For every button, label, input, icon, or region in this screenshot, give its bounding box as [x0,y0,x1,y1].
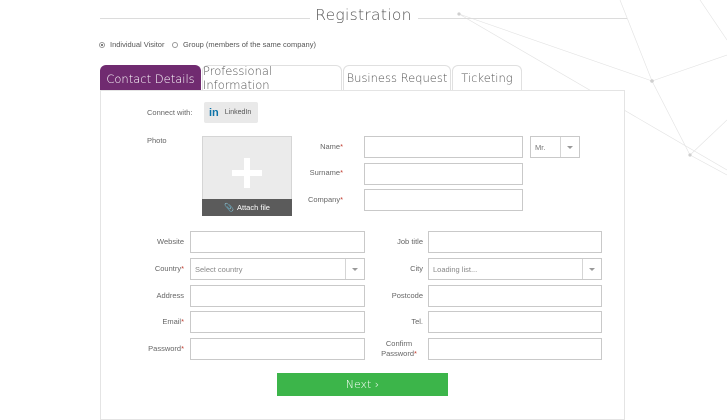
radio-group-visitor[interactable]: Group (members of the same company) [172,40,316,49]
linkedin-connect-button[interactable]: in LinkedIn [204,102,258,123]
website-label: Website [157,237,184,246]
tel-label: Tel. [411,317,423,326]
city-select[interactable]: Loading list... [428,258,602,280]
website-field[interactable] [190,231,365,253]
attach-file-label: Attach file [237,203,270,212]
photo-label: Photo [147,136,167,145]
salutation-select[interactable]: Mr. [530,136,580,158]
attach-file-button[interactable]: 📎 Attach file [202,199,292,216]
radio-label: Group (members of the same company) [183,40,316,49]
surname-label: Surname* [309,168,343,177]
name-field[interactable] [364,136,523,158]
address-label: Address [156,291,184,300]
address-field[interactable] [190,285,365,307]
postcode-label: Postcode [391,291,423,300]
company-label: Company* [307,195,343,204]
page-title: Registration [315,6,412,24]
tel-field[interactable] [428,311,602,333]
job-title-field[interactable] [428,231,602,253]
linkedin-label: LinkedIn [224,109,252,116]
country-label: Country* [154,264,184,273]
name-label: Name* [320,142,343,151]
linkedin-icon: in [209,106,219,119]
tab-professional-information[interactable]: Professional Information [202,64,342,92]
password-label: Password* [148,344,184,353]
job-title-label: Job title [397,237,423,246]
chevron-down-icon [582,259,601,279]
paperclip-icon: 📎 [224,203,235,212]
country-select[interactable]: Select country [190,258,365,280]
header-divider-right [418,18,627,19]
surname-field[interactable] [364,163,523,185]
plus-icon [232,158,262,188]
password-field[interactable] [190,338,365,360]
radio-individual-visitor[interactable]: Individual Visitor [99,40,164,49]
chevron-down-icon [345,259,364,279]
registration-header: Registration [100,6,627,30]
tab-ticketing[interactable]: Ticketing [452,65,522,90]
city-label: City [410,264,423,273]
city-placeholder: Loading list... [433,264,478,274]
email-field[interactable] [190,311,365,333]
confirm-password-label: Confirm Password* [381,339,417,358]
company-field[interactable] [364,189,523,211]
confirm-password-field[interactable] [428,338,602,360]
tab-contact-details[interactable]: Contact Details [100,65,201,91]
salutation-value: Mr. [535,142,546,152]
chevron-down-icon [560,137,579,157]
tab-business-request[interactable]: Business Request [343,65,451,90]
radio-selected-icon [99,41,105,48]
postcode-field[interactable] [428,285,602,307]
radio-label: Individual Visitor [110,40,165,49]
email-label: Email* [162,317,184,326]
radio-unselected-icon [172,41,178,48]
country-placeholder: Select country [195,264,243,274]
next-button[interactable]: Next › [277,373,448,396]
connect-with-label: Connect with: [147,108,193,117]
